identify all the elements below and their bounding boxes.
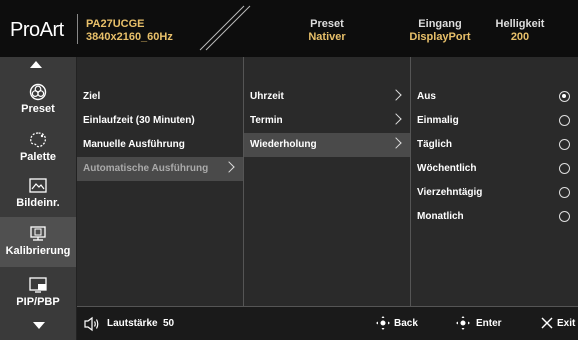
menu3-option-biweekly[interactable]: Vierzehntägig: [411, 181, 578, 205]
volume-label: Lautstärke: [107, 318, 158, 329]
sidebar-item-label: Bildeinr.: [16, 197, 60, 209]
menu1-item-label: Automatische Ausführung: [83, 163, 209, 174]
scroll-down-icon[interactable]: [33, 322, 45, 329]
sidebar-item-pip[interactable]: PIP/PBP: [0, 276, 76, 316]
sidebar-item-image-setup[interactable]: Bildeinr.: [0, 177, 76, 217]
menu3-option-weekly[interactable]: Wöchentlich: [411, 157, 578, 181]
exit-button[interactable]: Exit: [557, 318, 575, 329]
menu3-option-label: Wöchentlich: [417, 163, 477, 174]
scroll-up-icon[interactable]: [30, 61, 42, 68]
sidebar-item-label: Preset: [21, 103, 55, 115]
menu3-option-off[interactable]: Aus: [411, 85, 578, 109]
pip-icon: [29, 277, 47, 293]
header-preset: Preset Nativer: [292, 18, 362, 44]
radio-icon[interactable]: [559, 187, 570, 198]
input-label: Eingang: [418, 18, 462, 30]
menu3-option-once[interactable]: Einmalig: [411, 109, 578, 133]
menu-column-3: Aus Einmalig Täglich Wöchentlich Vierzeh…: [411, 57, 578, 306]
decorative-slash-icon: [199, 5, 251, 51]
calibration-icon: [30, 226, 46, 241]
menu1-item-auto-run[interactable]: Automatische Ausführung: [77, 157, 243, 181]
sidebar-item-label: PIP/PBP: [16, 296, 60, 308]
joystick-enter-icon: [456, 316, 470, 330]
menu2-item-label: Uhrzeit: [250, 91, 284, 102]
input-value: DisplayPort: [409, 31, 471, 43]
menu3-option-monthly[interactable]: Monatlich: [411, 205, 578, 229]
brightness-label: Helligkeit: [495, 18, 545, 30]
chevron-right-icon: [223, 161, 235, 173]
preset-value: Nativer: [308, 31, 346, 43]
palette-icon: [30, 132, 47, 148]
brightness-value: 200: [510, 31, 530, 43]
menu3-option-daily[interactable]: Täglich: [411, 133, 578, 157]
radio-icon[interactable]: [559, 115, 570, 126]
menu-column-1: Ziel Einlaufzeit (30 Minuten) Manuelle A…: [77, 57, 243, 306]
speaker-icon: [84, 316, 99, 332]
menu1-item-target[interactable]: Ziel: [77, 85, 243, 109]
enter-button[interactable]: Enter: [476, 318, 502, 329]
volume-value: 50: [163, 318, 175, 329]
header-brightness: Helligkeit 200: [480, 18, 560, 44]
menu-column-2: Uhrzeit Termin Wiederholung: [244, 57, 410, 306]
radio-icon[interactable]: [559, 211, 570, 222]
osd-footer: Lautstärke 50 Back Enter Exit: [77, 307, 578, 340]
sidebar-item-label: Palette: [19, 151, 57, 163]
menu1-item-manual-run[interactable]: Manuelle Ausführung: [77, 133, 243, 157]
preset-label: Preset: [310, 18, 344, 30]
menu3-option-label: Vierzehntägig: [417, 187, 483, 198]
chevron-right-icon: [390, 89, 402, 101]
model-resolution: 3840x2160_60Hz: [86, 31, 173, 43]
menu2-item-label: Termin: [250, 115, 283, 126]
radio-icon[interactable]: [559, 163, 570, 174]
osd-header: ProArt PA27UCGE 3840x2160_60Hz Preset Na…: [0, 0, 578, 57]
menu3-option-label: Aus: [417, 91, 436, 102]
sidebar-item-label: Kalibrierung: [5, 245, 71, 257]
image-setup-icon: [29, 178, 47, 193]
sidebar-item-palette[interactable]: Palette: [0, 131, 76, 171]
sidebar-item-calibration[interactable]: Kalibrierung: [0, 217, 76, 267]
sidebar-item-preset[interactable]: Preset: [0, 83, 76, 123]
brand-logo: ProArt: [10, 19, 64, 41]
back-button[interactable]: Back: [394, 318, 418, 329]
menu2-item-label: Wiederholung: [250, 139, 317, 150]
preset-icon: [29, 83, 47, 101]
close-icon: [541, 317, 553, 329]
menu2-item-time[interactable]: Uhrzeit: [244, 85, 410, 109]
sidebar: Preset Palette Bildeinr. Kalibrierung PI…: [0, 57, 76, 340]
model-info: PA27UCGE 3840x2160_60Hz: [86, 18, 173, 44]
menu2-item-repeat[interactable]: Wiederholung: [244, 133, 410, 157]
radio-icon[interactable]: [559, 139, 570, 150]
joystick-back-icon: [376, 316, 390, 330]
menu1-item-label: Ziel: [83, 91, 101, 102]
chevron-right-icon: [390, 137, 402, 149]
menu3-option-label: Täglich: [417, 139, 453, 150]
menu1-item-warmup[interactable]: Einlaufzeit (30 Minuten): [77, 109, 243, 133]
radio-selected-icon[interactable]: [559, 91, 570, 102]
menu2-item-schedule[interactable]: Termin: [244, 109, 410, 133]
model-name: PA27UCGE: [86, 18, 145, 30]
header-input: Eingang DisplayPort: [400, 18, 480, 44]
menu1-item-label: Manuelle Ausführung: [83, 139, 185, 150]
brand-divider: [77, 14, 78, 44]
menu1-item-label: Einlaufzeit (30 Minuten): [83, 115, 195, 126]
chevron-right-icon: [390, 113, 402, 125]
menu3-option-label: Einmalig: [417, 115, 459, 126]
menu3-option-label: Monatlich: [417, 211, 464, 222]
